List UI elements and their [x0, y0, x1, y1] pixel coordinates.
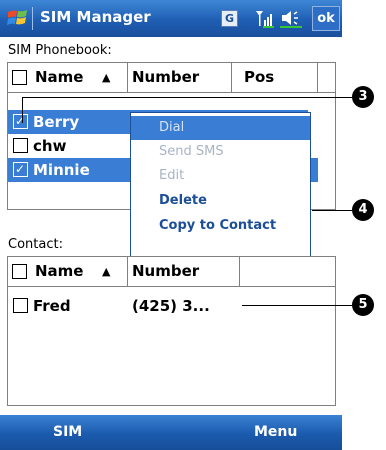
column-header-pos[interactable]: Pos — [232, 63, 318, 92]
windows-start-icon[interactable] — [6, 6, 30, 30]
menu-item-copy-to-contact[interactable]: Copy to Contact — [131, 214, 310, 238]
callout-line-4 — [312, 210, 352, 211]
column-header-name[interactable]: Name ▲ — [8, 63, 128, 92]
select-all-checkbox[interactable] — [12, 70, 27, 85]
column-header-empty — [240, 257, 336, 286]
contact-name: chw — [33, 137, 67, 155]
contact-number: (425) 3... — [132, 297, 210, 315]
checkmark-icon: ✓ — [15, 114, 26, 128]
contact-list[interactable]: Name ▲ Number Fred (425) 3... — [7, 256, 336, 406]
column-header-number[interactable]: Number — [128, 257, 240, 286]
softkey-sim[interactable]: SIM — [53, 415, 82, 450]
menu-item-send-sms[interactable]: Send SMS — [131, 140, 310, 164]
checkmark-icon: ✓ — [15, 162, 26, 176]
contact-name: Fred — [33, 297, 71, 315]
column-header-name[interactable]: Name ▲ — [8, 257, 128, 286]
column-pos-label: Pos — [244, 68, 275, 86]
sim-phonebook-label: SIM Phonebook: — [8, 43, 112, 58]
row-checkbox[interactable] — [13, 298, 28, 313]
callout-line-3-drop — [22, 97, 23, 123]
callout-badge-3: 3 — [352, 86, 374, 108]
title-separator — [32, 7, 33, 30]
contact-list-header: Name ▲ Number — [8, 257, 335, 287]
column-header-number[interactable]: Number — [128, 63, 232, 92]
volume-icon[interactable] — [280, 8, 302, 28]
contact-label: Contact: — [8, 237, 63, 252]
contact-name: Berry — [33, 113, 80, 131]
sort-ascending-icon: ▲ — [102, 71, 111, 84]
column-name-label: Name — [35, 68, 84, 86]
callout-badge-5: 5 — [352, 294, 374, 316]
gprs-status-icon[interactable]: G — [221, 10, 238, 27]
softkey-menu[interactable]: Menu — [254, 415, 297, 450]
menu-item-edit[interactable]: Edit — [131, 164, 310, 188]
contact-row-fred[interactable]: Fred (425) 3... — [8, 294, 335, 318]
title-bar: SIM Manager G ok — [0, 0, 342, 37]
row-checkbox[interactable] — [13, 138, 28, 153]
column-number-label: Number — [132, 68, 200, 86]
column-number-label: Number — [132, 262, 200, 280]
ok-button[interactable]: ok — [312, 6, 340, 31]
callout-line-3 — [22, 97, 352, 98]
signal-strength-icon[interactable] — [254, 8, 274, 28]
softkey-bar: SIM Menu — [0, 415, 342, 450]
sort-ascending-icon: ▲ — [102, 265, 111, 278]
callout-badge-4: 4 — [352, 199, 374, 221]
select-all-checkbox[interactable] — [12, 264, 27, 279]
menu-item-dial[interactable]: Dial — [131, 116, 310, 140]
app-title: SIM Manager — [40, 8, 151, 26]
contact-name: Minnie — [33, 161, 90, 179]
row-checkbox[interactable]: ✓ — [13, 162, 28, 177]
sim-list-header: Name ▲ Number Pos — [8, 63, 335, 93]
callout-line-5 — [242, 305, 352, 306]
context-menu[interactable]: Dial Send SMS Edit Delete Copy to Contac… — [130, 112, 311, 264]
menu-item-delete[interactable]: Delete — [131, 189, 310, 213]
column-name-label: Name — [35, 262, 84, 280]
row-checkbox[interactable]: ✓ — [13, 114, 28, 129]
